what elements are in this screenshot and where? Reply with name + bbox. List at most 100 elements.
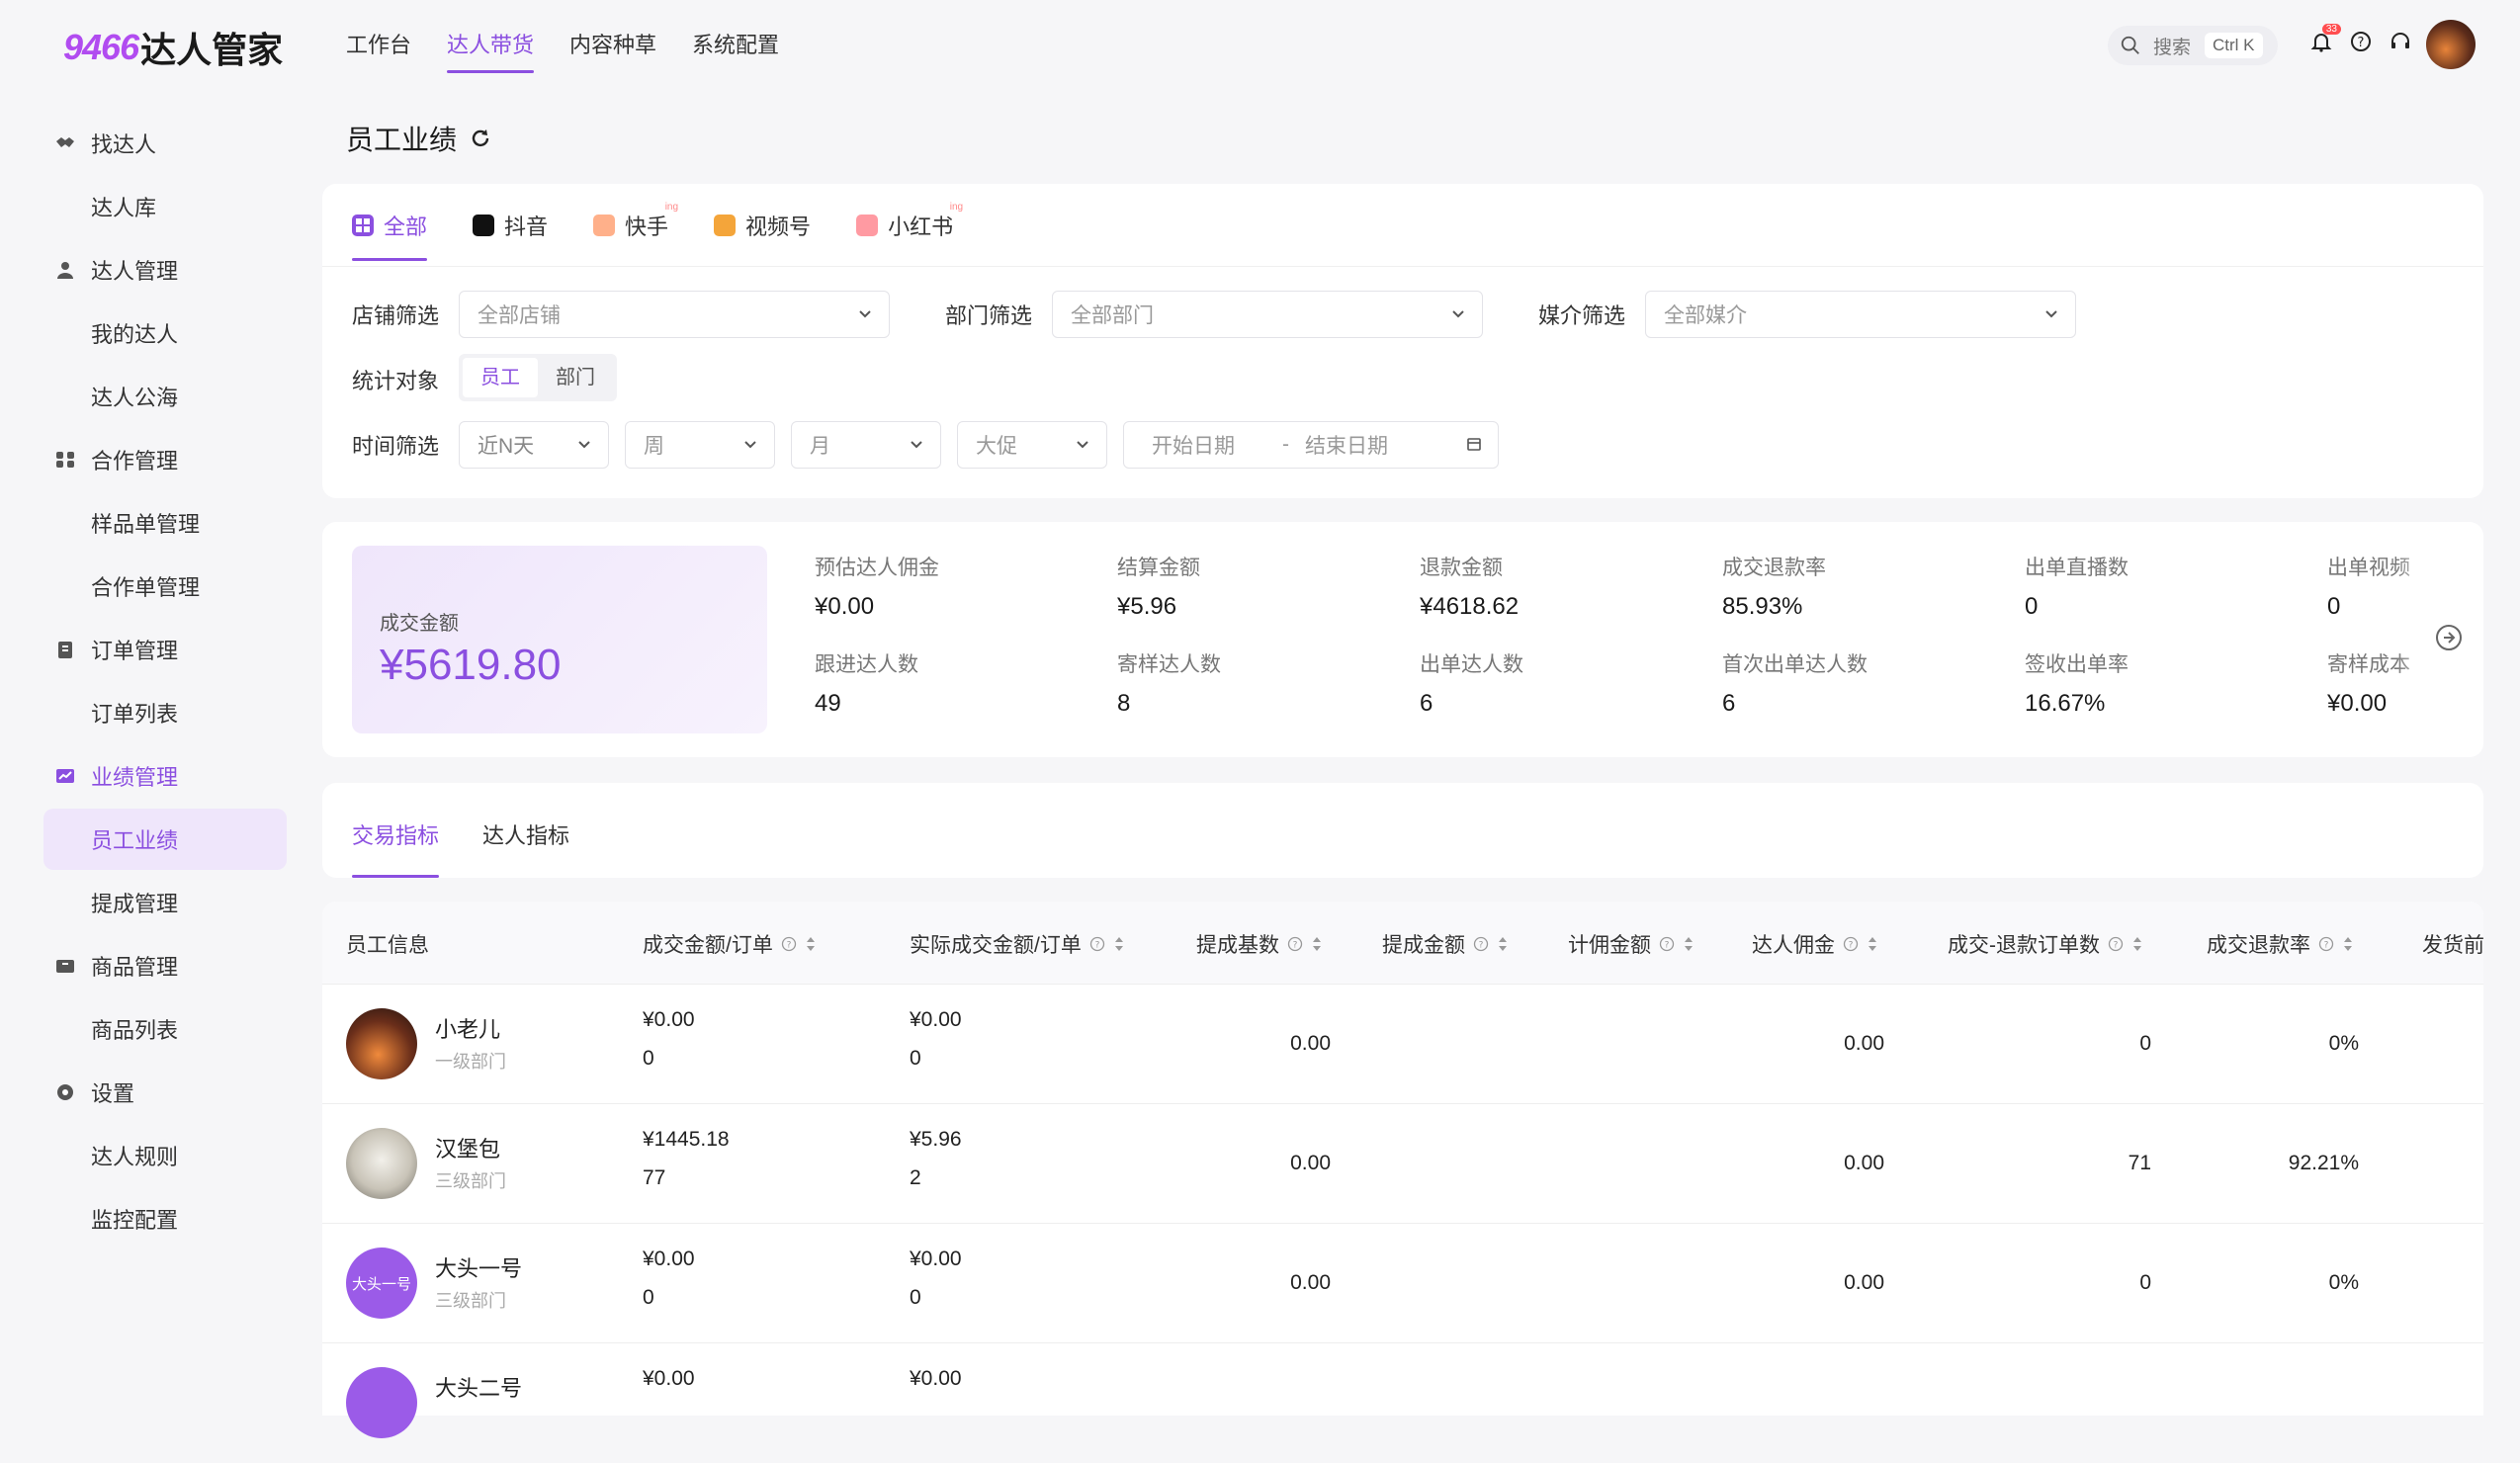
handshake-icon: [56, 137, 74, 147]
column-label: 成交-退款订单数: [1948, 934, 2100, 957]
user-avatar[interactable]: [2426, 20, 2476, 69]
app-logo[interactable]: 9466 达人管家: [63, 22, 283, 73]
sidebar-item-product-list[interactable]: 商品列表: [43, 998, 287, 1060]
dept-select[interactable]: 全部部门: [1052, 291, 1483, 338]
refresh-icon[interactable]: [469, 127, 492, 150]
employee-name: 大头二号: [435, 1376, 523, 1401]
sort-icon[interactable]: [2342, 935, 2354, 953]
platform-tab-all[interactable]: 全部: [352, 210, 428, 261]
nav-system-config[interactable]: 系统配置: [692, 28, 779, 73]
tab-talent-metrics[interactable]: 达人指标: [482, 818, 569, 878]
sidebar-group-orders[interactable]: 订单管理: [43, 619, 287, 680]
sort-icon[interactable]: [1867, 935, 1878, 953]
real-gmv-cell: ¥0.00: [910, 1367, 962, 1390]
help-icon[interactable]: ?: [1089, 936, 1105, 952]
nav-workbench[interactable]: 工作台: [346, 28, 411, 73]
column-header[interactable]: 实际成交金额/订单?: [910, 929, 1125, 959]
notification-button[interactable]: 33: [2309, 24, 2341, 55]
column-header[interactable]: 提成基数?: [1196, 929, 1323, 959]
stat-value: 8: [1117, 690, 1131, 717]
sort-icon[interactable]: [1497, 935, 1509, 953]
help-icon[interactable]: ?: [1473, 936, 1489, 952]
recent-days-select[interactable]: 近N天: [459, 421, 609, 469]
sort-icon[interactable]: [1311, 935, 1323, 953]
support-button[interactable]: [2389, 30, 2414, 55]
sidebar-item-sample-orders[interactable]: 样品单管理: [43, 492, 287, 554]
target-option-employee[interactable]: 员工: [463, 358, 538, 397]
help-icon[interactable]: ?: [2318, 936, 2334, 952]
column-header[interactable]: 成交退款率?: [2207, 929, 2354, 959]
agency-select[interactable]: 全部媒介: [1645, 291, 2076, 338]
real-orders-cell: 0: [910, 1286, 921, 1309]
platform-tab-kuaishou[interactable]: 快手 ing: [593, 202, 678, 261]
help-button[interactable]: ?: [2349, 30, 2375, 55]
stat-label: 结算金额: [1117, 557, 1200, 579]
gear-icon: [57, 1084, 73, 1100]
sidebar-item-order-list[interactable]: 订单列表: [43, 682, 287, 743]
sidebar-group-products[interactable]: 商品管理: [43, 935, 287, 996]
column-header[interactable]: 成交-退款订单数?: [1948, 929, 2143, 959]
sidebar-group-performance[interactable]: 业绩管理: [43, 745, 287, 807]
global-search[interactable]: 搜索 Ctrl K: [2108, 26, 2278, 65]
week-select[interactable]: 周: [625, 421, 775, 469]
sidebar-group-find-talent[interactable]: 找达人: [43, 113, 287, 174]
sidebar-item-talent-rules[interactable]: 达人规则: [43, 1125, 287, 1186]
sidebar-item-talent-pool[interactable]: 达人公海: [43, 366, 287, 427]
tab-trade-metrics[interactable]: 交易指标: [352, 818, 440, 878]
promotion-select[interactable]: 大促: [957, 421, 1107, 469]
shop-select[interactable]: 全部店铺: [459, 291, 890, 338]
gmv-cell: ¥0.00: [643, 1248, 695, 1270]
platform-tab-channels[interactable]: 视频号: [714, 210, 811, 261]
arrow-right-icon[interactable]: [2434, 623, 2464, 652]
sidebar-group-talent-management[interactable]: 达人管理: [43, 239, 287, 301]
sidebar-item-talent-library[interactable]: 达人库: [43, 176, 287, 237]
sidebar-item-monitor-config[interactable]: 监控配置: [43, 1188, 287, 1249]
stat-label: 出单直播数: [2025, 557, 2129, 579]
platform-tag: ing: [664, 202, 679, 213]
column-header[interactable]: 提成金额?: [1382, 929, 1509, 959]
stat-item: 结算金额 ¥5.96: [1117, 552, 1200, 621]
sort-icon[interactable]: [2131, 935, 2143, 953]
start-date-input[interactable]: 开始日期: [1152, 430, 1235, 460]
sidebar-item-my-talents[interactable]: 我的达人: [43, 302, 287, 364]
platform-tab-douyin[interactable]: 抖音: [473, 210, 548, 261]
user-icon: [57, 262, 73, 279]
column-header[interactable]: 达人佣金?: [1752, 929, 1878, 959]
date-range-picker[interactable]: 开始日期 - 结束日期: [1123, 421, 1499, 469]
help-icon[interactable]: ?: [1659, 936, 1675, 952]
performance-table: 员工信息 成交金额/订单? 实际成交金额/订单? 提成基数? 提成金额? 计佣金…: [322, 902, 2484, 1438]
platform-tab-xiaohongshu[interactable]: 小红书 ing: [856, 202, 963, 261]
column-label: 实际成交金额/订单: [910, 934, 1082, 957]
sidebar-item-commission-management[interactable]: 提成管理: [43, 872, 287, 933]
nav-talent-sales[interactable]: 达人带货: [447, 28, 535, 73]
table-row[interactable]: 小老儿 一级部门 ¥0.00 0 ¥0.00 0 0.00 0.00 0 0%: [322, 985, 2483, 1104]
month-select[interactable]: 月: [791, 421, 941, 469]
stat-item: 成交退款率 85.93%: [1722, 552, 1826, 621]
table-row[interactable]: 大头一号 大头一号 三级部门 ¥0.00 0 ¥0.00 0 0.00 0.00…: [322, 1224, 2483, 1343]
sort-icon[interactable]: [1113, 935, 1125, 953]
avatar: [346, 1367, 417, 1438]
sort-icon[interactable]: [1683, 935, 1694, 953]
end-date-input[interactable]: 结束日期: [1305, 430, 1388, 460]
douyin-icon: [473, 215, 495, 236]
refund-rate-cell: 0%: [2328, 1271, 2359, 1294]
help-icon[interactable]: ?: [781, 936, 797, 952]
stat-item: 签收出单率 16.67%: [2025, 648, 2129, 718]
sort-icon[interactable]: [805, 935, 817, 953]
help-icon[interactable]: ?: [1287, 936, 1303, 952]
sidebar-item-cooperation-orders[interactable]: 合作单管理: [43, 556, 287, 617]
target-option-department[interactable]: 部门: [538, 358, 613, 397]
column-header[interactable]: 计佣金额?: [1568, 929, 1694, 959]
help-icon[interactable]: ?: [1843, 936, 1859, 952]
table-row[interactable]: 汉堡包 三级部门 ¥1445.18 77 ¥5.96 2 0.00 0.00 7…: [322, 1104, 2483, 1224]
nav-content-seeding[interactable]: 内容种草: [569, 28, 656, 73]
table-row[interactable]: 大头二号 ¥0.00 ¥0.00: [322, 1343, 2483, 1463]
sidebar-group-cooperation[interactable]: 合作管理: [43, 429, 287, 490]
sidebar-item-employee-performance[interactable]: 员工业绩: [43, 809, 287, 870]
column-label: 达人佣金: [1752, 934, 1835, 957]
column-label: 提成基数: [1196, 934, 1279, 957]
sidebar-group-label: 订单管理: [91, 639, 179, 663]
column-header[interactable]: 成交金额/订单?: [643, 929, 817, 959]
sidebar-group-settings[interactable]: 设置: [43, 1062, 287, 1123]
help-icon[interactable]: ?: [2108, 936, 2124, 952]
